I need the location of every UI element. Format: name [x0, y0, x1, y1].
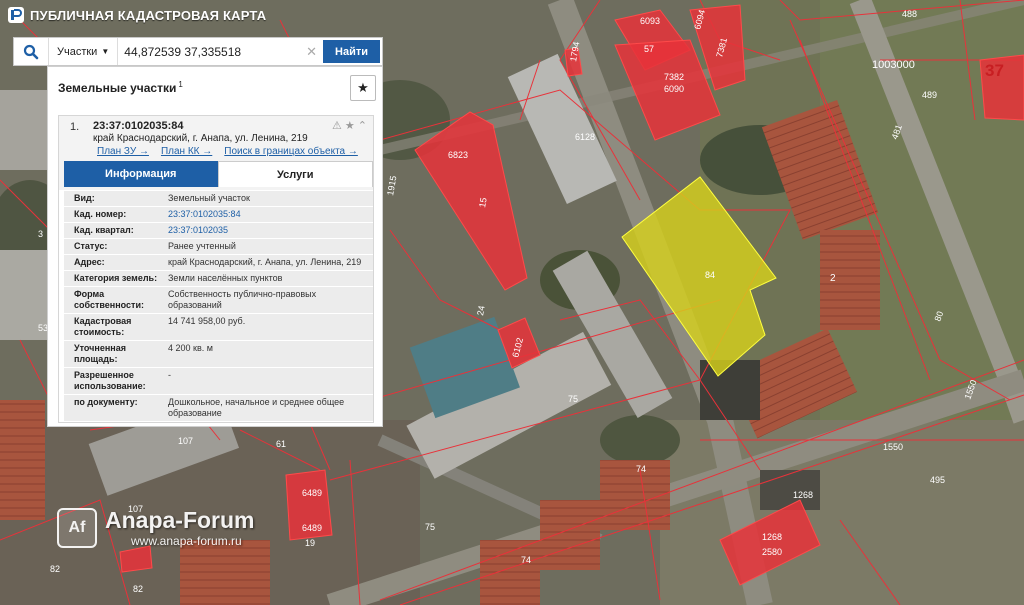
- watermark: Af Anapa-Forum www.anapa-forum.ru: [57, 507, 255, 548]
- info-row: Уточненная площадь: 4 200 кв. м: [64, 341, 373, 367]
- label-74-b: 74: [521, 555, 531, 565]
- info-row: Форма собственности: Собственность публич…: [64, 287, 373, 313]
- label-61: 61: [276, 439, 286, 449]
- parcel-cad-number: 23:37:0102035:84: [93, 120, 184, 132]
- link-plan-zu[interactable]: План ЗУ →: [97, 146, 149, 157]
- info-row: Адрес: край Краснодарский, г. Анапа, ул. …: [64, 255, 373, 270]
- label-82-a: 82: [50, 564, 60, 574]
- panel-header: Земельные участки 1 ★: [48, 67, 382, 107]
- label-82-b: 82: [133, 584, 143, 594]
- card-links: План ЗУ → План КК → Поиск в границах объ…: [97, 146, 358, 157]
- chevron-down-icon: ▼: [101, 47, 110, 56]
- collapse-icon[interactable]: ⌃: [358, 119, 367, 132]
- search-type-label: Участки: [57, 45, 98, 58]
- watermark-name: Anapa-Forum: [105, 507, 255, 533]
- label-6489-a: 6489: [302, 488, 322, 498]
- info-table: Вид: Земельный участок Кад. номер: 23:37:0…: [64, 191, 373, 422]
- results-panel: Земельные участки 1 ★ 1. 23:37:0102035:84…: [47, 66, 383, 427]
- label-57: 57: [644, 44, 654, 54]
- label-1550-b: 1550: [883, 442, 903, 452]
- info-row: Кадастровая стоимость: 14 741 958,00 руб.: [64, 314, 373, 340]
- label-3: 3: [38, 229, 43, 239]
- label-1268-b: 1268: [762, 532, 782, 542]
- label-6093: 6093: [640, 16, 660, 26]
- panel-title: Земельные участки 1: [58, 79, 183, 95]
- label-2: 2: [830, 273, 836, 284]
- label-7382: 7382: [664, 72, 684, 82]
- parcel-index: 1.: [70, 121, 80, 133]
- result-count: 1: [178, 79, 183, 89]
- app-header: ПУБЛИЧНАЯ КАДАСТРОВАЯ КАРТА: [8, 4, 266, 26]
- parcel-card-header: 1. 23:37:0102035:84 край Краснодарский, …: [59, 116, 373, 190]
- cad-number-link[interactable]: 23:37:0102035:84: [168, 209, 373, 220]
- tab-services[interactable]: Услуги: [217, 161, 373, 187]
- cad-quarter-link[interactable]: 23:37:0102035: [168, 225, 373, 236]
- watermark-logo: Af: [57, 507, 97, 548]
- link-search-bounds[interactable]: Поиск в границах объекта →: [224, 146, 358, 157]
- label-37: 37: [985, 61, 1004, 80]
- favorite-star-button[interactable]: ★: [350, 75, 376, 101]
- search-input[interactable]: [118, 39, 301, 64]
- find-button[interactable]: Найти: [323, 40, 380, 63]
- label-107-a: 107: [178, 436, 193, 446]
- label-495: 495: [930, 475, 945, 485]
- label-6090: 6090: [664, 84, 684, 94]
- card-tabs: Информация Услуги: [64, 161, 373, 187]
- info-row: Кад. квартал: 23:37:0102035: [64, 223, 373, 238]
- label-1268-a: 1268: [793, 490, 813, 500]
- label-2580: 2580: [762, 547, 782, 557]
- tab-information[interactable]: Информация: [64, 161, 218, 187]
- label-1003000: 1003000: [872, 59, 915, 71]
- label-19: 19: [305, 538, 315, 548]
- info-row: по документу: Дошкольное, начальное и сре…: [64, 395, 373, 421]
- label-6823: 6823: [448, 150, 468, 160]
- label-75-b: 75: [425, 522, 435, 532]
- info-row: Разрешенное использование: -: [64, 368, 373, 394]
- search-icon[interactable]: [14, 38, 49, 65]
- app-title: ПУБЛИЧНАЯ КАДАСТРОВАЯ КАРТА: [30, 7, 267, 23]
- label-24: 24: [475, 305, 487, 317]
- watermark-url: www.anapa-forum.ru: [131, 534, 242, 548]
- label-488: 488: [902, 9, 917, 19]
- app-logo-icon[interactable]: [8, 7, 24, 23]
- clear-icon[interactable]: ✕: [300, 44, 323, 60]
- info-row: Категория земель: Земли населённых пункто…: [64, 271, 373, 286]
- star-icon[interactable]: ★: [345, 119, 355, 132]
- label-75-a: 75: [568, 394, 578, 404]
- info-row: Вид: Земельный участок: [64, 191, 373, 206]
- parcel-card: 1. 23:37:0102035:84 край Краснодарский, …: [58, 115, 374, 423]
- label-6128: 6128: [575, 132, 595, 142]
- label-15: 15: [477, 197, 489, 209]
- parcel-address: край Краснодарский, г. Анапа, ул. Ленина…: [93, 133, 308, 144]
- search-type-select[interactable]: Участки ▼: [49, 38, 119, 65]
- link-plan-kk[interactable]: План КК →: [161, 146, 212, 157]
- search-bar: Участки ▼ ✕ Найти: [13, 37, 383, 66]
- label-6489-b: 6489: [302, 523, 322, 533]
- card-actions: ⚠ ★ ⌃: [332, 119, 367, 132]
- info-row: Кад. номер: 23:37:0102035:84: [64, 207, 373, 222]
- label-74-a: 74: [636, 464, 646, 474]
- info-row: Статус: Ранее учтенный: [64, 239, 373, 254]
- label-84: 84: [705, 270, 715, 280]
- warning-icon[interactable]: ⚠: [332, 119, 342, 132]
- label-489: 489: [922, 90, 937, 100]
